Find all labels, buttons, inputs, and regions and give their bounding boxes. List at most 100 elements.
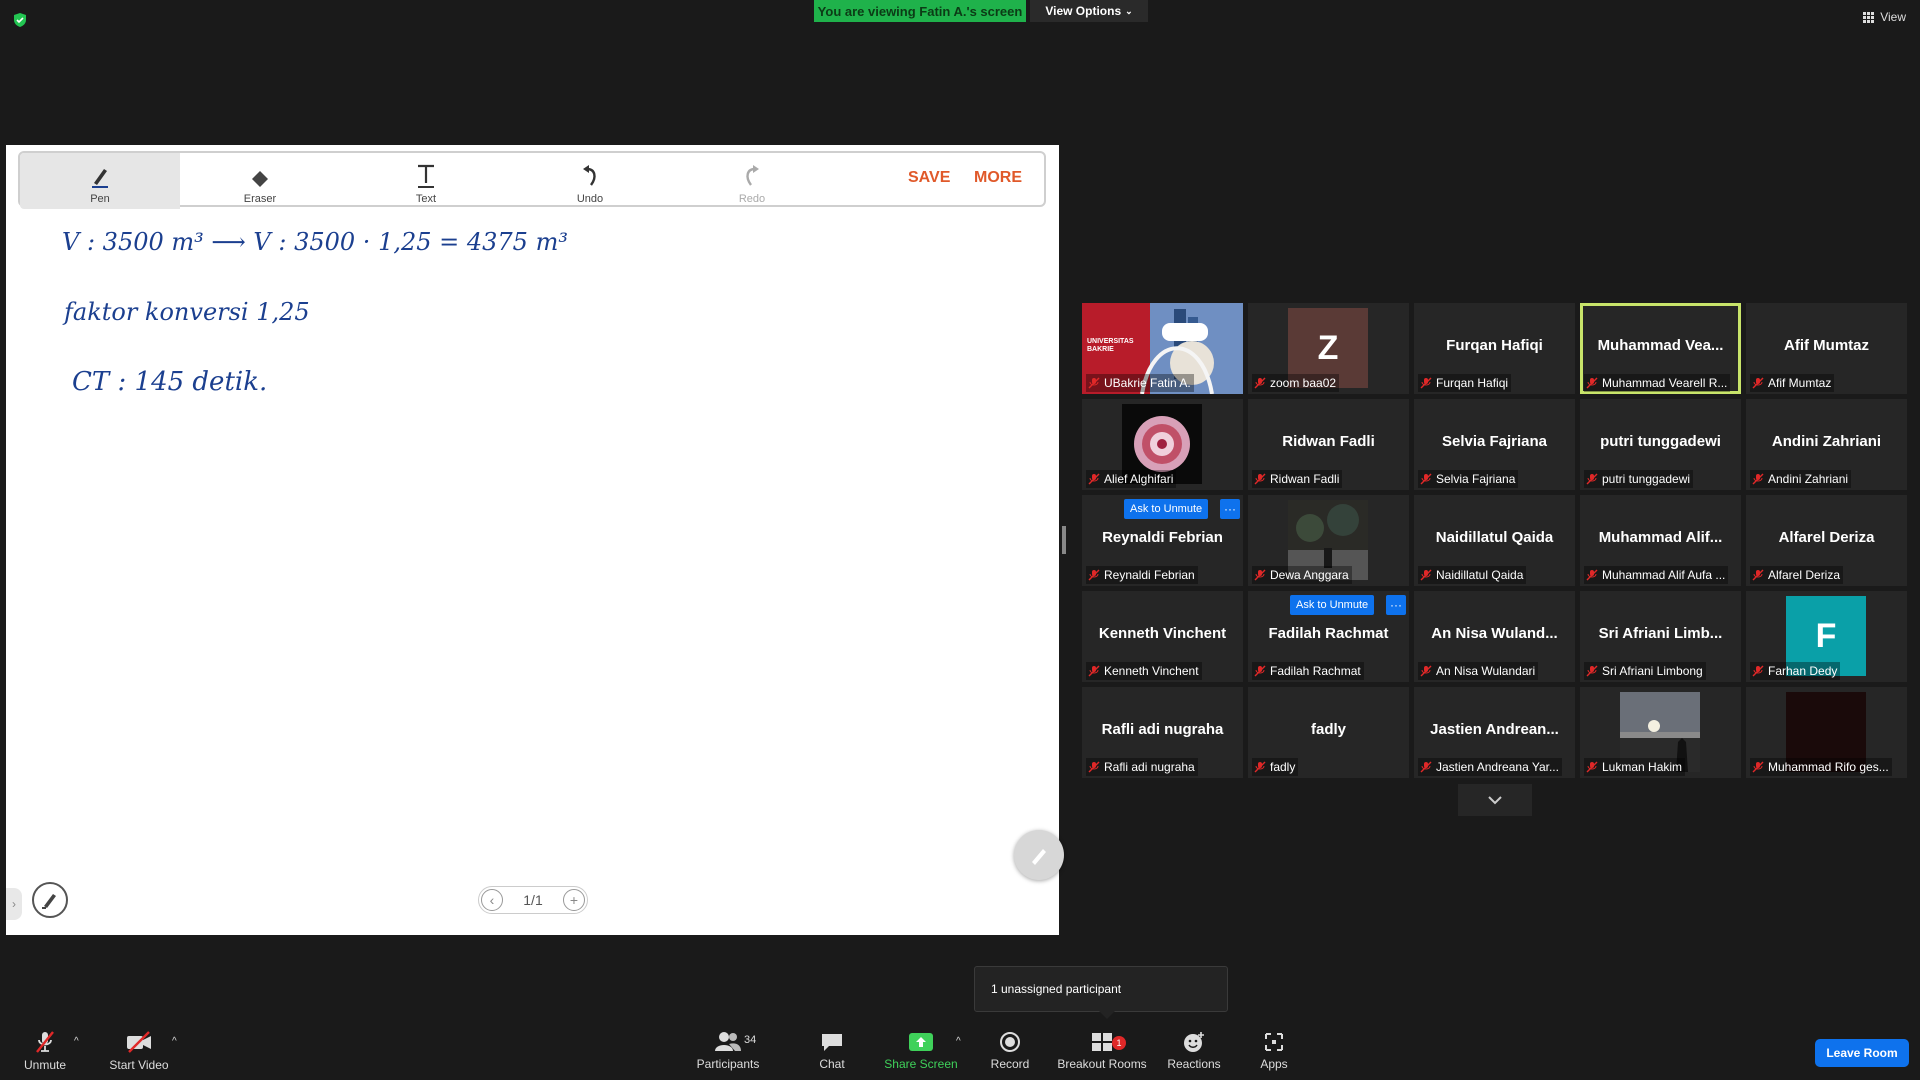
participant-name-tag: Muhammad Rifo ges... [1750,758,1892,776]
participant-tile[interactable]: An Nisa Wuland... An Nisa Wulandari [1414,591,1575,682]
muted-mic-icon [1586,761,1598,773]
participant-tile[interactable]: Fadilah Rachmat Ask to Unmute ··· Fadilah R… [1248,591,1409,682]
participant-name-large: Rafli adi nugraha [1101,721,1224,738]
participant-tile[interactable]: Selvia Fajriana Selvia Fajriana [1414,399,1575,490]
ask-to-unmute-button[interactable]: Ask to Unmute [1124,499,1209,519]
participant-tile[interactable]: Dewa Anggara [1248,495,1409,586]
reactions-label: Reactions [1167,1057,1221,1071]
participant-name-tag: Ridwan Fadli [1252,470,1343,488]
participant-name-large: Afif Mumtaz [1784,337,1869,354]
floating-pen-button[interactable] [1014,830,1064,880]
start-video-button[interactable]: Start Video [104,1022,174,1080]
participant-tile[interactable]: Lukman Hakim [1580,687,1741,778]
breakout-rooms-button[interactable]: 1 Breakout Rooms [1054,1022,1150,1080]
chat-bubble-icon [822,1034,842,1051]
participant-name-large: Selvia Fajriana [1441,433,1548,450]
participant-tile[interactable]: Muhammad Vea... Muhammad Vearell R... [1580,303,1741,394]
more-options-icon[interactable]: ··· [1386,595,1406,615]
participant-tile[interactable]: Alief Alghifari [1082,399,1243,490]
share-options-caret-icon[interactable]: ^ [956,1036,961,1047]
save-button[interactable]: SAVE [908,169,950,187]
split-resize-handle[interactable] [1062,526,1066,554]
gallery-next-page-button[interactable] [1458,784,1532,816]
chat-label: Chat [819,1057,845,1071]
participant-tile[interactable]: Reynaldi Febrian Ask to Unmute ··· Reynaldi… [1082,495,1243,586]
start-video-label: Start Video [109,1058,169,1072]
share-screen-button[interactable]: Share Screen [878,1022,964,1080]
undo-tool[interactable]: Undo [530,153,650,209]
participant-name: Dewa Anggara [1270,568,1349,582]
record-icon [1000,1032,1020,1052]
eraser-tool[interactable]: Eraser [200,153,320,209]
annotate-button[interactable] [32,882,68,918]
ask-to-unmute-button[interactable]: Ask to Unmute [1290,595,1375,615]
video-options-caret-icon[interactable]: ^ [172,1036,177,1047]
side-panel-toggle[interactable]: › [6,888,22,920]
participant-tile[interactable]: UNIVERSITAS BAKRIE UBakrie Fatin A. [1082,303,1243,394]
apps-button[interactable]: Apps [1252,1022,1296,1080]
participant-name: Ridwan Fadli [1270,472,1340,486]
participant-name-tag: Furqan Hafiqi [1418,374,1512,392]
participant-tile[interactable]: putri tunggadewi putri tunggadewi [1580,399,1741,490]
muted-mic-icon [1420,665,1432,677]
muted-mic-icon [1088,761,1100,773]
participants-button[interactable]: 34 Participants [690,1022,766,1080]
text-tool[interactable]: Text [366,153,486,209]
participant-tile[interactable]: Kenneth Vinchent Kenneth Vinchent [1082,591,1243,682]
more-options-icon[interactable]: ··· [1220,499,1240,519]
participant-name-tag: Selvia Fajriana [1418,470,1519,488]
chat-button[interactable]: Chat [810,1022,854,1080]
participant-tile[interactable]: Muhammad Rifo ges... [1746,687,1907,778]
svg-text:UNIVERSITAS: UNIVERSITAS [1087,338,1134,345]
participant-tile[interactable]: Sri Afriani Limb... Sri Afriani Limbong [1580,591,1741,682]
participant-tile[interactable]: Rafli adi nugraha Rafli adi nugraha [1082,687,1243,778]
security-shield-icon[interactable] [12,12,28,28]
apps-label: Apps [1260,1057,1288,1071]
participant-name-large: Naidillatul Qaida [1435,529,1554,546]
participant-tile[interactable]: Zzoom baa02 [1248,303,1409,394]
view-button[interactable]: View [1863,10,1906,24]
handwriting-line-3: CT : 145 detik. [72,367,267,397]
share-screen-icon [909,1033,933,1051]
prev-page-icon[interactable]: ‹ [481,889,503,911]
redo-tool[interactable]: Redo [692,153,812,209]
participant-tile[interactable]: Muhammad Alif... Muhammad Alif Aufa ... [1580,495,1741,586]
handwriting-line-2: faktor konversi 1,25 [62,298,310,326]
participant-name: Muhammad Alif Aufa ... [1602,568,1726,582]
participant-tile[interactable]: Naidillatul Qaida Naidillatul Qaida [1414,495,1575,586]
participant-tile[interactable]: Andini Zahriani Andini Zahriani [1746,399,1907,490]
participant-tile[interactable]: F Farhan Dedy [1746,591,1907,682]
participant-tile[interactable]: Jastien Andrean... Jastien Andreana Yar..… [1414,687,1575,778]
participant-tile[interactable]: Furqan Hafiqi Furqan Hafiqi [1414,303,1575,394]
participant-name-tag: Rafli adi nugraha [1086,758,1198,776]
record-button[interactable]: Record [982,1022,1038,1080]
pen-tool-label: Pen [90,193,110,205]
pen-tool[interactable]: Pen [20,153,180,209]
view-options-button[interactable]: View Options ⌄ [1030,0,1148,22]
participant-tile[interactable]: Alfarel Deriza Alfarel Deriza [1746,495,1907,586]
participant-name-tag: putri tunggadewi [1584,470,1694,488]
muted-mic-icon [1088,569,1100,581]
audio-options-caret-icon[interactable]: ^ [74,1036,79,1047]
participant-name-large: putri tunggadewi [1600,433,1721,450]
participant-name-large: fadly [1310,721,1346,738]
grid-icon [1863,11,1875,23]
participant-name-large: Kenneth Vinchent [1098,625,1227,642]
more-button[interactable]: MORE [974,169,1022,187]
unmute-button[interactable]: Unmute [12,1022,78,1080]
participant-tile[interactable]: Ridwan Fadli Ridwan Fadli [1248,399,1409,490]
muted-mic-icon [1088,665,1100,677]
participant-tile[interactable]: Afif Mumtaz Afif Mumtaz [1746,303,1907,394]
participant-name-tag: Fadilah Rachmat [1252,662,1364,680]
participant-name-large: Reynaldi Febrian [1102,529,1223,546]
leave-room-button[interactable]: Leave Room [1815,1039,1909,1067]
pencil-icon [1032,849,1046,865]
add-page-icon[interactable]: + [563,889,585,911]
participant-tile[interactable]: fadly fadly [1248,687,1409,778]
muted-mic-icon [1586,473,1598,485]
reactions-button[interactable]: Reactions [1162,1022,1226,1080]
participant-name: Muhammad Vearell R... [1602,376,1728,390]
participant-name: fadly [1270,760,1296,774]
participant-name: Afif Mumtaz [1768,376,1832,390]
participant-name: Rafli adi nugraha [1104,760,1195,774]
